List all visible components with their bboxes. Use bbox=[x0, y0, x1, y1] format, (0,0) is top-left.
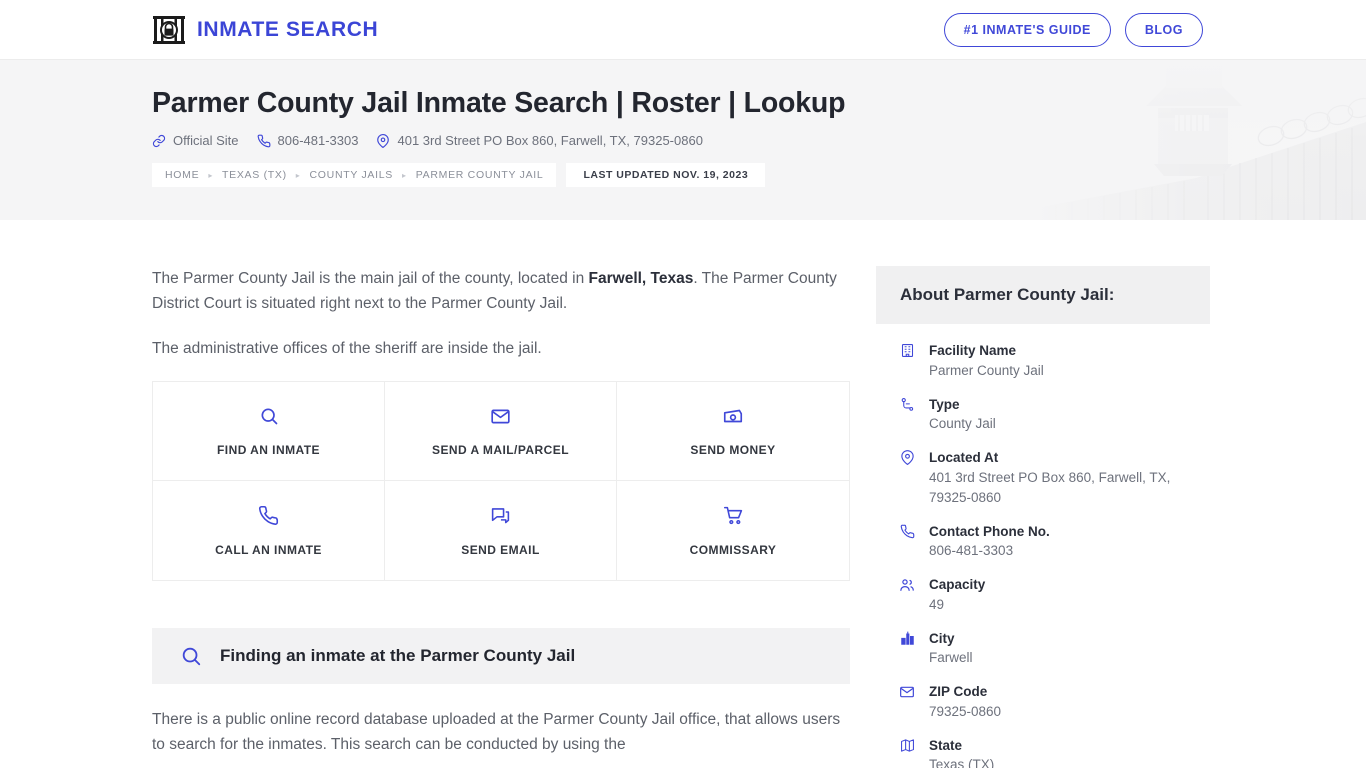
fact-value: Parmer County Jail bbox=[929, 362, 1044, 378]
breadcrumb: HOME ▸ TEXAS (TX) ▸ COUNTY JAILS ▸ PARME… bbox=[152, 163, 557, 188]
action-grid: FIND AN INMATE SEND A MAIL/PARCEL SEND M… bbox=[152, 381, 850, 582]
phone-icon bbox=[258, 505, 279, 527]
page-body: The Parmer County Jail is the main jail … bbox=[0, 220, 1366, 768]
intro-text-before: The Parmer County Jail is the main jail … bbox=[152, 270, 589, 287]
fact-key: Type bbox=[929, 396, 960, 412]
fact-value: 49 bbox=[929, 596, 945, 612]
action-find-an-inmate[interactable]: FIND AN INMATE bbox=[153, 382, 385, 482]
map-pin-icon bbox=[376, 133, 390, 148]
map-pin-icon bbox=[898, 448, 916, 465]
fact-type: Type County Jail bbox=[898, 395, 1188, 435]
breadcrumb-row: HOME ▸ TEXAS (TX) ▸ COUNTY JAILS ▸ PARME… bbox=[152, 163, 1366, 188]
phone-icon bbox=[898, 522, 916, 539]
fact-zip-code: ZIP Code 79325-0860 bbox=[898, 682, 1188, 722]
action-call-an-inmate[interactable]: CALL AN INMATE bbox=[153, 481, 385, 581]
fact-value: 79325-0860 bbox=[929, 703, 1002, 719]
fact-value: 806-481-3303 bbox=[929, 543, 1014, 559]
jail-padlock-icon bbox=[152, 14, 186, 46]
about-card-body: Facility Name Parmer County Jail Type Co… bbox=[876, 324, 1210, 768]
section-heading-text: Finding an inmate at the Parmer County J… bbox=[220, 646, 576, 666]
hero-phone[interactable]: 806-481-3303 bbox=[257, 133, 359, 149]
action-send-a-mail-parcel[interactable]: SEND A MAIL/PARCEL bbox=[385, 382, 617, 482]
action-label: SEND A MAIL/PARCEL bbox=[432, 443, 569, 458]
hero-address-label: 401 3rd Street PO Box 860, Farwell, TX, … bbox=[397, 133, 703, 149]
breadcrumb-item-texas[interactable]: TEXAS (TX) bbox=[222, 169, 287, 181]
main-content: The Parmer County Jail is the main jail … bbox=[152, 266, 850, 768]
money-icon bbox=[722, 405, 744, 427]
fact-value: County Jail bbox=[929, 416, 996, 432]
fact-value: 401 3rd Street PO Box 860, Farwell, TX, … bbox=[929, 469, 1171, 505]
official-site-link[interactable]: Official Site bbox=[152, 133, 239, 148]
hero-meta-row: Official Site 806-481-3303 401 3rd Stree… bbox=[152, 133, 1366, 148]
about-card-title: About Parmer County Jail: bbox=[876, 266, 1210, 324]
brand-name: INMATE SEARCH bbox=[197, 17, 379, 41]
fact-city: City Farwell bbox=[898, 629, 1188, 669]
search-icon bbox=[180, 645, 202, 667]
official-site-label: Official Site bbox=[173, 133, 239, 149]
search-icon bbox=[259, 405, 279, 427]
fact-located-at: Located At 401 3rd Street PO Box 860, Fa… bbox=[898, 448, 1188, 508]
fact-facility-name: Facility Name Parmer County Jail bbox=[898, 341, 1188, 381]
fact-key: Contact Phone No. bbox=[929, 523, 1050, 539]
cart-icon bbox=[723, 505, 744, 527]
hero-address: 401 3rd Street PO Box 860, Farwell, TX, … bbox=[376, 133, 703, 149]
chevron-right-icon: ▸ bbox=[295, 170, 301, 180]
action-send-money[interactable]: SEND MONEY bbox=[617, 382, 849, 482]
blog-button[interactable]: BLOG bbox=[1124, 12, 1203, 47]
action-label: FIND AN INMATE bbox=[217, 443, 320, 458]
intro-paragraph: The Parmer County Jail is the main jail … bbox=[152, 266, 850, 316]
site-header: INMATE SEARCH #1 INMATE'S GUIDE BLOG bbox=[0, 0, 1366, 60]
fact-state: State Texas (TX) bbox=[898, 736, 1188, 768]
hero-phone-label: 806-481-3303 bbox=[277, 133, 359, 149]
fact-key: ZIP Code bbox=[929, 684, 988, 700]
breadcrumb-item-home[interactable]: HOME bbox=[165, 169, 199, 181]
intro-text-bold: Farwell, Texas bbox=[588, 270, 694, 287]
inmates-guide-button[interactable]: #1 INMATE'S GUIDE bbox=[943, 12, 1111, 47]
header-actions: #1 INMATE'S GUIDE BLOG bbox=[943, 12, 1203, 47]
admin-offices-paragraph: The administrative offices of the sherif… bbox=[152, 340, 542, 358]
breadcrumb-item-parmer-county-jail[interactable]: PARMER COUNTY JAIL bbox=[416, 169, 544, 181]
fact-value: Farwell bbox=[929, 650, 973, 666]
fact-capacity: Capacity 49 bbox=[898, 575, 1188, 615]
chat-icon bbox=[490, 505, 511, 527]
action-label: SEND EMAIL bbox=[461, 542, 540, 557]
fact-key: City bbox=[929, 630, 955, 646]
section-paragraph: There is a public online record database… bbox=[152, 711, 841, 754]
chevron-right-icon: ▸ bbox=[208, 170, 214, 180]
node-type-icon bbox=[898, 395, 916, 412]
fact-key: Capacity bbox=[929, 577, 986, 593]
hero-section: Parmer County Jail Inmate Search | Roste… bbox=[0, 60, 1366, 220]
city-icon bbox=[898, 629, 916, 646]
building-grid-icon bbox=[898, 341, 916, 358]
about-sidebar: About Parmer County Jail: Facility Name … bbox=[876, 266, 1210, 768]
about-card: About Parmer County Jail: Facility Name … bbox=[876, 266, 1210, 768]
fact-value: Texas (TX) bbox=[929, 757, 995, 768]
envelope-icon bbox=[898, 682, 916, 700]
phone-icon bbox=[257, 134, 271, 148]
fact-key: State bbox=[929, 737, 963, 753]
fact-key: Located At bbox=[929, 450, 999, 466]
brand-logo[interactable]: INMATE SEARCH bbox=[152, 14, 378, 46]
fact-contact-phone: Contact Phone No. 806-481-3303 bbox=[898, 522, 1188, 562]
action-label: COMMISSARY bbox=[689, 542, 777, 557]
fact-key: Facility Name bbox=[929, 343, 1017, 358]
last-updated-badge: LAST UPDATED NOV. 19, 2023 bbox=[566, 163, 766, 188]
action-commissary[interactable]: COMMISSARY bbox=[617, 481, 849, 581]
link-icon bbox=[152, 134, 166, 148]
page-title: Parmer County Jail Inmate Search | Roste… bbox=[152, 87, 846, 119]
envelope-icon bbox=[490, 405, 511, 427]
action-label: SEND MONEY bbox=[690, 443, 776, 458]
people-icon bbox=[898, 575, 916, 593]
breadcrumb-item-county-jails[interactable]: COUNTY JAILS bbox=[310, 169, 393, 181]
map-icon bbox=[898, 736, 916, 753]
action-label: CALL AN INMATE bbox=[215, 542, 322, 557]
section-heading-finding-inmate: Finding an inmate at the Parmer County J… bbox=[152, 628, 850, 685]
chevron-right-icon: ▸ bbox=[402, 170, 407, 180]
action-send-email[interactable]: SEND EMAIL bbox=[385, 481, 617, 581]
